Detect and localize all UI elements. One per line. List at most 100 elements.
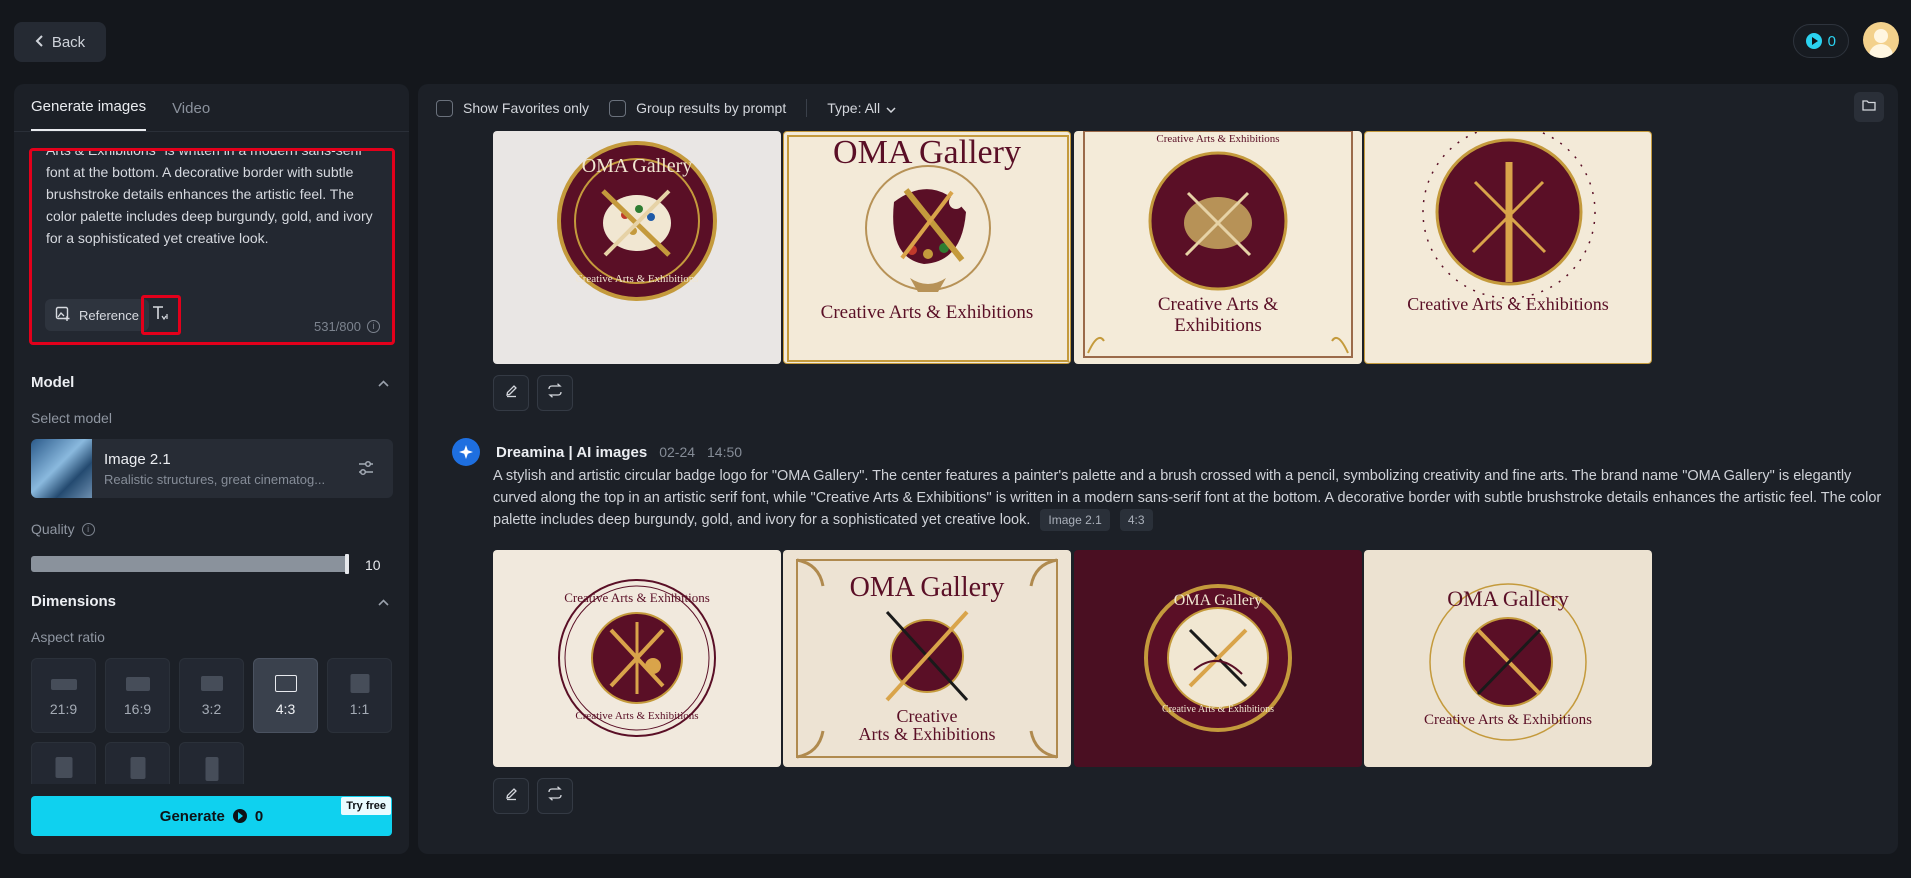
logo-subtitle: Creative Arts & Exhibitions bbox=[1156, 133, 1280, 145]
quality-slider-thumb[interactable] bbox=[345, 554, 349, 574]
logo-title: OMA Gallery bbox=[849, 572, 1005, 603]
filter-bar: Show Favorites only Group results by pro… bbox=[418, 84, 1898, 132]
folder-button[interactable] bbox=[1854, 92, 1884, 122]
ratio-21-9[interactable]: 21:9 bbox=[31, 658, 96, 733]
ratio-16-9[interactable]: 16:9 bbox=[105, 658, 170, 733]
result-image-1-2[interactable]: OMA Gallery Creative Arts & Exhibitions bbox=[783, 131, 1071, 364]
ratio-1-1[interactable]: 1:1 bbox=[327, 658, 392, 733]
char-count-value: 531/800 bbox=[314, 319, 361, 334]
ratio-4-3[interactable]: 4:3 bbox=[253, 658, 318, 733]
chevron-up-icon[interactable] bbox=[378, 376, 389, 390]
logo-title: OMA Gallery bbox=[833, 134, 1021, 171]
logo-title: OMA Gallery bbox=[1447, 586, 1569, 611]
logo-title: OMA Gallery bbox=[581, 155, 693, 177]
select-model-label: Select model bbox=[31, 410, 112, 426]
ratio-3-2[interactable]: 3:2 bbox=[179, 658, 244, 733]
favorites-checkbox[interactable] bbox=[436, 99, 453, 117]
prompt-input-value: Arts & Exhibitions" is written in a mode… bbox=[46, 151, 373, 246]
back-button[interactable]: Back bbox=[14, 22, 106, 62]
model-thumbnail bbox=[31, 439, 92, 498]
logo-subtitle: Creative Arts & Exhibitions bbox=[1407, 294, 1609, 314]
ratio-label: 3:2 bbox=[201, 701, 222, 717]
divider bbox=[806, 99, 808, 117]
prompt-input[interactable]: Arts & Exhibitions" is written in a mode… bbox=[46, 151, 376, 281]
generation-panel: Generate images Video Arts & Exhibitions… bbox=[14, 84, 409, 854]
sliders-icon[interactable] bbox=[357, 458, 375, 478]
favorites-label: Show Favorites only bbox=[463, 100, 590, 116]
result-image-2-2[interactable]: OMA Gallery Creative Arts & Exhibitions bbox=[783, 550, 1071, 767]
favorites-filter[interactable]: Show Favorites only bbox=[436, 99, 590, 117]
logo-title: OMA Gallery bbox=[1173, 592, 1263, 609]
pencil-icon bbox=[504, 786, 519, 806]
prompt-box[interactable]: Arts & Exhibitions" is written in a mode… bbox=[29, 148, 395, 345]
refresh-icon bbox=[547, 786, 563, 806]
group-filter[interactable]: Group results by prompt bbox=[609, 99, 787, 117]
folder-icon bbox=[1862, 98, 1876, 116]
dreamina-logo-icon bbox=[452, 438, 480, 466]
result-image-2-1[interactable]: Creative Arts & Exhibitions Creative Art… bbox=[493, 550, 781, 767]
reference-image-icon bbox=[55, 306, 71, 325]
info-icon[interactable]: i bbox=[367, 320, 380, 333]
credits-badge[interactable]: 0 bbox=[1792, 24, 1849, 58]
reference-button[interactable]: Reference bbox=[45, 299, 149, 331]
model-section-title: Model bbox=[31, 374, 75, 391]
type-label: Type: All bbox=[827, 100, 881, 116]
logo-subtitle-line2: Arts & Exhibitions bbox=[858, 724, 996, 744]
logo-subtitle: Creative Arts & Exhibitions bbox=[575, 273, 699, 285]
back-label: Back bbox=[51, 33, 86, 51]
result-image-2-4[interactable]: OMA Gallery Creative Arts & Exhibitions bbox=[1364, 550, 1652, 767]
logo-subtitle-top: Creative Arts & Exhibitions bbox=[564, 590, 710, 605]
logo-title-line1: Creative Arts & bbox=[1157, 294, 1279, 315]
result-image-1-4[interactable]: Creative Arts & Exhibitions bbox=[1364, 131, 1652, 364]
generate-label: Generate bbox=[159, 807, 225, 825]
model-chip[interactable]: Image 2.1 bbox=[1040, 509, 1110, 531]
refresh-icon bbox=[547, 383, 563, 403]
model-description: Realistic structures, great cinematog... bbox=[104, 472, 326, 487]
quality-label: Quality bbox=[31, 521, 75, 537]
logo-title-line2: Exhibitions bbox=[1174, 315, 1262, 336]
group-label: Group results by prompt bbox=[636, 100, 787, 116]
ratio-label: 1:1 bbox=[349, 701, 370, 717]
text-style-button[interactable] bbox=[141, 295, 181, 335]
aspect-ratio-label: Aspect ratio bbox=[31, 629, 105, 645]
generate-button[interactable]: Generate 0 Try free bbox=[31, 796, 392, 836]
chevron-up-icon[interactable] bbox=[378, 595, 389, 609]
generation-date: 02-24 bbox=[659, 444, 696, 460]
generation-prompt: A stylish and artistic circular badge lo… bbox=[493, 465, 1883, 531]
generation-header: Dreamina | AI images 02-24 14:50 bbox=[452, 438, 742, 466]
quality-value: 10 bbox=[365, 557, 381, 573]
credit-coin-icon bbox=[232, 809, 247, 823]
credits-count: 0 bbox=[1827, 32, 1836, 50]
tab-generate-images[interactable]: Generate images bbox=[31, 98, 147, 131]
mode-tabs: Generate images Video bbox=[14, 84, 409, 132]
type-dropdown[interactable]: Type: All bbox=[827, 100, 896, 116]
info-icon[interactable]: i bbox=[81, 522, 95, 536]
user-avatar[interactable] bbox=[1863, 22, 1899, 58]
char-counter: 531/800 i bbox=[314, 319, 380, 334]
quality-slider[interactable] bbox=[31, 554, 349, 574]
ratio-label: 4:3 bbox=[275, 701, 296, 717]
chevron-down-icon bbox=[886, 100, 896, 116]
edit-button[interactable] bbox=[493, 778, 529, 814]
group-checkbox[interactable] bbox=[609, 99, 627, 117]
regenerate-button[interactable] bbox=[537, 778, 573, 814]
generation-time: 14:50 bbox=[707, 444, 743, 460]
ratio-chip[interactable]: 4:3 bbox=[1119, 509, 1153, 531]
edit-button[interactable] bbox=[493, 375, 529, 411]
generation-prompt-text: A stylish and artistic circular badge lo… bbox=[493, 468, 1882, 528]
logo-subtitle: Creative Arts & Exhibitions bbox=[1162, 704, 1274, 715]
result-image-1-3[interactable]: Creative Arts & Exhibitions Creative Art… bbox=[1074, 131, 1362, 364]
dimensions-section-title: Dimensions bbox=[31, 593, 117, 610]
result-image-1-1[interactable]: OMA Gallery Creative Arts & Exhibitions bbox=[493, 131, 781, 364]
model-name: Image 2.1 bbox=[104, 451, 171, 468]
credit-coin-icon bbox=[1805, 33, 1822, 49]
regenerate-button[interactable] bbox=[537, 375, 573, 411]
logo-subtitle-bottom: Creative Arts & Exhibitions bbox=[575, 710, 699, 722]
logo-subtitle: Creative Arts & Exhibitions bbox=[820, 302, 1034, 323]
logo-subtitle: Creative Arts & Exhibitions bbox=[1424, 712, 1592, 728]
tab-video[interactable]: Video bbox=[172, 100, 210, 131]
result-image-2-3[interactable]: OMA Gallery Creative Arts & Exhibitions bbox=[1074, 550, 1362, 767]
model-selector[interactable]: Image 2.1 Realistic structures, great ci… bbox=[31, 439, 393, 498]
generator-name: Dreamina | AI images bbox=[496, 443, 648, 461]
generate-cost: 0 bbox=[254, 807, 264, 825]
